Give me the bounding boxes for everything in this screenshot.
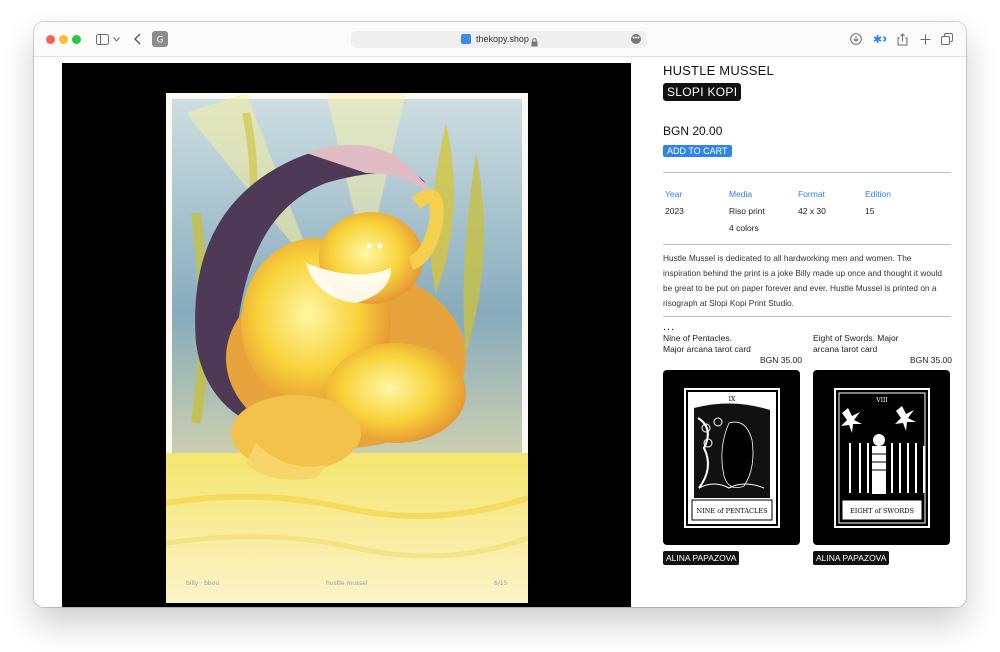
spec-edition-value: 15 bbox=[865, 206, 875, 216]
sidebar-icon[interactable] bbox=[94, 29, 110, 49]
related-product[interactable]: Eight of Swords. Major arcana tarot card… bbox=[813, 333, 952, 565]
product-image[interactable]: billy · bbou hustle mussel 6/15 bbox=[62, 63, 631, 607]
chevron-down-icon[interactable] bbox=[112, 29, 120, 49]
card-caption: EIGHT of SWORDS bbox=[850, 507, 914, 515]
add-to-cart-button[interactable]: ADD TO CART bbox=[663, 145, 732, 157]
url-text: thekopy.shop bbox=[476, 34, 529, 44]
browser-toolbar: G thekopy.shop ••• ✱✱ bbox=[34, 22, 966, 57]
download-icon[interactable] bbox=[849, 29, 863, 49]
tarot-card-image: VIII EIGHT of SWORDS bbox=[834, 388, 930, 528]
card-numeral: VIII bbox=[875, 397, 888, 404]
minimize-window-button[interactable] bbox=[59, 35, 68, 44]
more-indicator: ... bbox=[663, 321, 676, 333]
divider bbox=[663, 172, 951, 173]
tabs-icon[interactable] bbox=[940, 29, 954, 49]
card-caption: NINE of PENTACLES bbox=[696, 507, 767, 515]
spec-media-label: Media bbox=[729, 189, 753, 199]
artist-tag[interactable]: ALINA PAPAZOVA bbox=[663, 551, 740, 565]
divider bbox=[663, 244, 951, 245]
extension-icon[interactable]: ✱✱ bbox=[872, 29, 886, 49]
related-product-name[interactable]: Eight of Swords. Major arcana tarot card bbox=[813, 333, 903, 355]
spec-media-value-2: 4 colors bbox=[729, 223, 759, 233]
tab-favicon[interactable]: G bbox=[152, 29, 168, 49]
svg-text:hustle mussel: hustle mussel bbox=[326, 580, 368, 587]
spec-year-label: Year bbox=[665, 189, 683, 199]
spec-media-value: Riso print bbox=[729, 206, 765, 216]
related-product[interactable]: Nine of Pentacles. Major arcana tarot ca… bbox=[663, 333, 802, 565]
related-product-image[interactable]: VIII EIGHT of SWORDS bbox=[813, 370, 950, 545]
divider bbox=[663, 316, 951, 317]
svg-text:✱✱: ✱✱ bbox=[873, 34, 886, 44]
browser-window: G thekopy.shop ••• ✱✱ bbox=[34, 22, 966, 607]
spec-format-value: 42 x 30 bbox=[798, 206, 826, 216]
svg-text:billy · bbou: billy · bbou bbox=[186, 580, 219, 587]
related-product-price: BGN 35.00 bbox=[909, 355, 952, 365]
svg-text:6/15: 6/15 bbox=[494, 580, 508, 587]
svg-text:G: G bbox=[157, 36, 164, 46]
spec-format-label: Format bbox=[798, 189, 825, 199]
card-numeral: IX bbox=[729, 396, 736, 403]
zoom-window-button[interactable] bbox=[72, 35, 81, 44]
tarot-card-image: IX NINE of PENTACLES bbox=[684, 388, 780, 528]
lock-icon bbox=[531, 34, 538, 52]
site-favicon-icon bbox=[461, 34, 471, 44]
product-price: BGN 20.00 bbox=[663, 124, 723, 138]
share-icon[interactable] bbox=[896, 29, 908, 49]
page-content: billy · bbou hustle mussel 6/15 HUSTLE M… bbox=[34, 57, 966, 607]
close-window-button[interactable] bbox=[46, 35, 55, 44]
spec-edition-label: Edition bbox=[865, 189, 891, 199]
artwork-print: billy · bbou hustle mussel 6/15 bbox=[165, 93, 529, 603]
related-product-image[interactable]: IX NINE of PENTACLES bbox=[663, 370, 800, 545]
brand-tag[interactable]: SLOPI KOPI bbox=[663, 83, 742, 101]
artist-tag[interactable]: ALINA PAPAZOVA bbox=[813, 551, 890, 565]
address-bar[interactable]: thekopy.shop ••• bbox=[351, 31, 647, 48]
product-description: Hustle Mussel is dedicated to all hardwo… bbox=[663, 253, 943, 308]
spec-year-value: 2023 bbox=[665, 206, 684, 216]
related-product-price: BGN 35.00 bbox=[759, 355, 802, 365]
plus-icon[interactable] bbox=[919, 29, 931, 49]
more-options-icon[interactable]: ••• bbox=[631, 34, 641, 44]
back-icon[interactable] bbox=[131, 29, 143, 49]
product-title: HUSTLE MUSSEL bbox=[663, 63, 774, 78]
related-product-name[interactable]: Nine of Pentacles. Major arcana tarot ca… bbox=[663, 333, 753, 355]
